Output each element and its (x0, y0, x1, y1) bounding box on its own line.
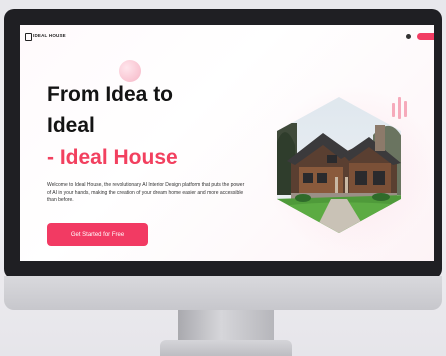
hero-title-line-3: - Ideal House (47, 146, 178, 169)
nav-signup-button[interactable] (417, 33, 434, 40)
logo-icon[interactable] (25, 33, 32, 41)
decorative-sphere (119, 60, 141, 82)
hero-title-line-2: Ideal (47, 114, 95, 137)
brand-name[interactable]: IDEAL HOUSE (33, 33, 66, 38)
profile-icon[interactable] (406, 34, 411, 39)
house-image (273, 95, 405, 235)
hero-title-line-1: From Idea to (47, 83, 174, 106)
hero-description: Welcome to Ideal House, the revolutionar… (47, 182, 245, 203)
monitor-chin (4, 276, 442, 310)
get-started-button[interactable]: Get Started for Free (47, 223, 148, 246)
monitor-stand-neck (178, 310, 274, 342)
monitor-stand-foot (160, 340, 292, 356)
website-screen: IDEAL HOUSE From Idea to Ideal - Ideal H… (20, 25, 434, 261)
top-nav: IDEAL HOUSE (20, 25, 434, 47)
